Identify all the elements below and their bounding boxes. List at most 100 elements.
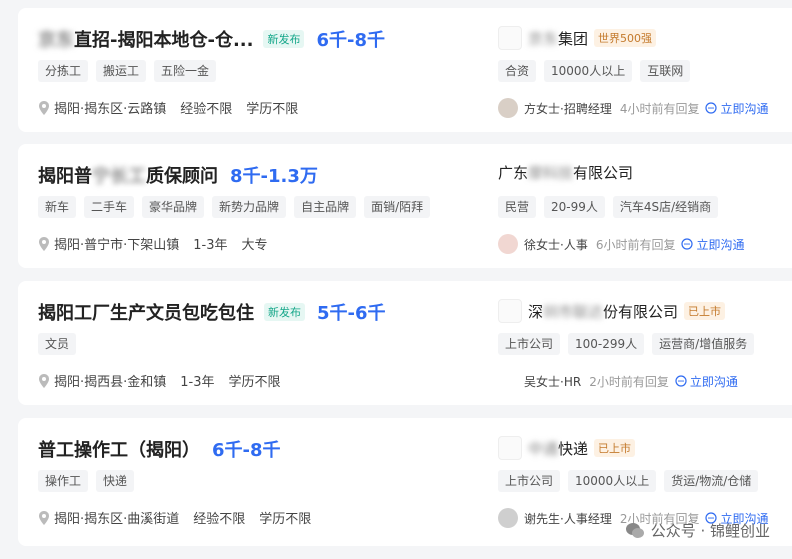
company-name-prefix[interactable]: 广东 <box>498 162 528 183</box>
job-title[interactable]: 揭阳工厂生产文员包吃包住 <box>38 299 254 325</box>
job-education: 学历不限 <box>228 375 281 390</box>
chat-icon <box>681 238 694 250</box>
job-location: 揭阳·普宁市·下架山镇 <box>54 238 180 253</box>
company-tag: 10000人以上 <box>568 470 657 492</box>
job-title-blurred: 宁长工 <box>92 166 146 187</box>
job-tag: 面销/陌拜 <box>364 196 431 218</box>
chat-button[interactable]: 立即沟通 <box>705 100 768 117</box>
job-title[interactable]: 直招-揭阳本地仓-仓... <box>74 26 253 52</box>
company-badge: 已上市 <box>684 302 726 320</box>
chat-button[interactable]: 立即沟通 <box>675 373 738 390</box>
reply-time: 2小时前有回复 <box>589 374 669 389</box>
job-tag: 分拣工 <box>38 60 89 82</box>
job-education: 学历不限 <box>246 102 299 117</box>
salary: 8千-1.3万 <box>230 166 318 187</box>
company-tag: 货运/物流/仓储 <box>664 470 759 492</box>
wechat-icon <box>625 522 644 538</box>
job-education: 大专 <box>241 238 268 253</box>
company-row[interactable]: 京东 集团 世界500强 <box>498 26 657 50</box>
job-card[interactable]: 京东 直招-揭阳本地仓-仓... 新发布 6千-8千 分拣工 搬运工 五险一金 … <box>18 8 792 132</box>
job-tag: 搬运工 <box>96 60 147 82</box>
company-tag: 10000人以上 <box>544 60 633 82</box>
new-badge: 新发布 <box>264 303 305 321</box>
job-title-row[interactable]: 京东 直招-揭阳本地仓-仓... 新发布 6千-8千 <box>38 26 385 52</box>
recruiter-row: 徐女士·人事 6小时前有回复 立即沟通 <box>498 234 744 254</box>
company-tag: 100-299人 <box>568 333 645 355</box>
company-row[interactable]: 深 圳市联达 份有限公司 已上市 <box>498 299 726 323</box>
avatar <box>498 234 518 254</box>
recruiter-name: 方女士·招聘经理 <box>524 101 612 116</box>
reply-time: 6小时前有回复 <box>595 237 676 252</box>
job-title[interactable]: 普工操作工（揭阳） <box>38 436 200 462</box>
chat-label: 立即沟通 <box>689 374 738 389</box>
recruiter-row: 吴女士·HR 2小时前有回复 立即沟通 <box>498 371 738 391</box>
company-badge: 已上市 <box>594 439 636 457</box>
job-title-row[interactable]: 普工操作工（揭阳） 6千-8千 <box>38 436 281 462</box>
job-title-row[interactable]: 揭阳工厂生产文员包吃包住 新发布 5千-6千 <box>38 299 386 325</box>
job-card[interactable]: 揭阳普 宁长工 质保顾问 8千-1.3万 新车 二手车 豪华品牌 新势力品牌 自… <box>18 144 792 268</box>
job-card[interactable]: 揭阳工厂生产文员包吃包住 新发布 5千-6千 文员 揭阳·揭西县·金和镇 1-3… <box>18 281 792 405</box>
job-experience: 经验不限 <box>193 512 246 527</box>
job-tag: 自主品牌 <box>294 196 357 218</box>
company-name[interactable]: 有限公司 <box>573 162 633 183</box>
company-name[interactable]: 快递 <box>558 438 588 459</box>
company-name[interactable]: 集团 <box>558 28 588 49</box>
job-tag: 文员 <box>38 333 77 355</box>
job-tags: 操作工 快递 <box>38 470 142 492</box>
job-education: 学历不限 <box>259 512 312 527</box>
company-badge: 世界500强 <box>594 29 657 47</box>
avatar <box>498 371 518 391</box>
new-badge: 新发布 <box>263 30 305 48</box>
location-pin-icon <box>39 100 49 115</box>
company-logo <box>498 299 522 323</box>
chat-label: 立即沟通 <box>696 237 745 252</box>
location-pin-icon <box>39 236 49 251</box>
company-tag: 汽车4S店/经销商 <box>612 196 719 218</box>
job-title-tail[interactable]: 质保顾问 <box>146 162 218 188</box>
job-meta: 揭阳·揭西县·金和镇 1-3年 学历不限 <box>38 371 295 390</box>
company-name[interactable]: 份有限公司 <box>603 301 678 322</box>
recruiter-name: 吴女士·HR <box>524 374 582 389</box>
job-meta: 揭阳·普宁市·下架山镇 1-3年 大专 <box>38 234 282 253</box>
company-tag: 合资 <box>498 60 537 82</box>
job-tag: 二手车 <box>84 196 135 218</box>
recruiter-row: 方女士·招聘经理 4小时前有回复 立即沟通 <box>498 98 768 118</box>
job-tags: 分拣工 搬运工 五险一金 <box>38 60 224 82</box>
job-tag: 豪华品牌 <box>142 196 205 218</box>
location-pin-icon <box>39 373 49 388</box>
job-title-row[interactable]: 揭阳普 宁长工 质保顾问 8千-1.3万 <box>38 162 318 188</box>
job-experience: 1-3年 <box>180 375 215 390</box>
avatar <box>498 98 518 118</box>
job-location: 揭阳·揭东区·云路镇 <box>54 102 167 117</box>
company-row[interactable]: 中通 快递 已上市 <box>498 436 636 460</box>
recruiter-name: 谢先生·人事经理 <box>524 511 612 526</box>
company-tag: 20-99人 <box>544 196 605 218</box>
job-tags: 文员 <box>38 333 84 355</box>
chat-icon <box>705 102 718 114</box>
reply-time: 4小时前有回复 <box>619 101 700 116</box>
job-meta: 揭阳·揭东区·云路镇 经验不限 学历不限 <box>38 98 312 117</box>
job-title[interactable]: 揭阳普 <box>38 162 92 188</box>
job-tag: 快递 <box>96 470 135 492</box>
company-tag: 上市公司 <box>498 470 561 492</box>
company-row[interactable]: 广东 摩科技 有限公司 <box>498 162 633 183</box>
company-tags: 上市公司 10000人以上 货运/物流/仓储 <box>498 470 766 492</box>
job-meta: 揭阳·揭东区·曲溪街道 经验不限 学历不限 <box>38 508 325 527</box>
company-name-prefix[interactable]: 深 <box>528 301 543 322</box>
chat-icon <box>675 375 687 387</box>
job-tag: 新势力品牌 <box>212 196 287 218</box>
job-experience: 经验不限 <box>180 102 233 117</box>
company-logo <box>498 26 522 50</box>
company-tag: 运营商/增值服务 <box>652 333 755 355</box>
job-location: 揭阳·揭西县·金和镇 <box>54 375 167 390</box>
job-tag: 五险一金 <box>154 60 217 82</box>
location-pin-icon <box>39 510 49 525</box>
company-tags: 上市公司 100-299人 运营商/增值服务 <box>498 333 762 355</box>
company-tag: 互联网 <box>640 60 691 82</box>
company-tags: 民营 20-99人 汽车4S店/经销商 <box>498 196 726 218</box>
chat-button[interactable]: 立即沟通 <box>681 236 744 253</box>
salary: 5千-6千 <box>317 303 386 324</box>
job-tag: 新车 <box>38 196 77 218</box>
company-tags: 合资 10000人以上 互联网 <box>498 60 698 82</box>
salary: 6千-8千 <box>212 440 281 461</box>
